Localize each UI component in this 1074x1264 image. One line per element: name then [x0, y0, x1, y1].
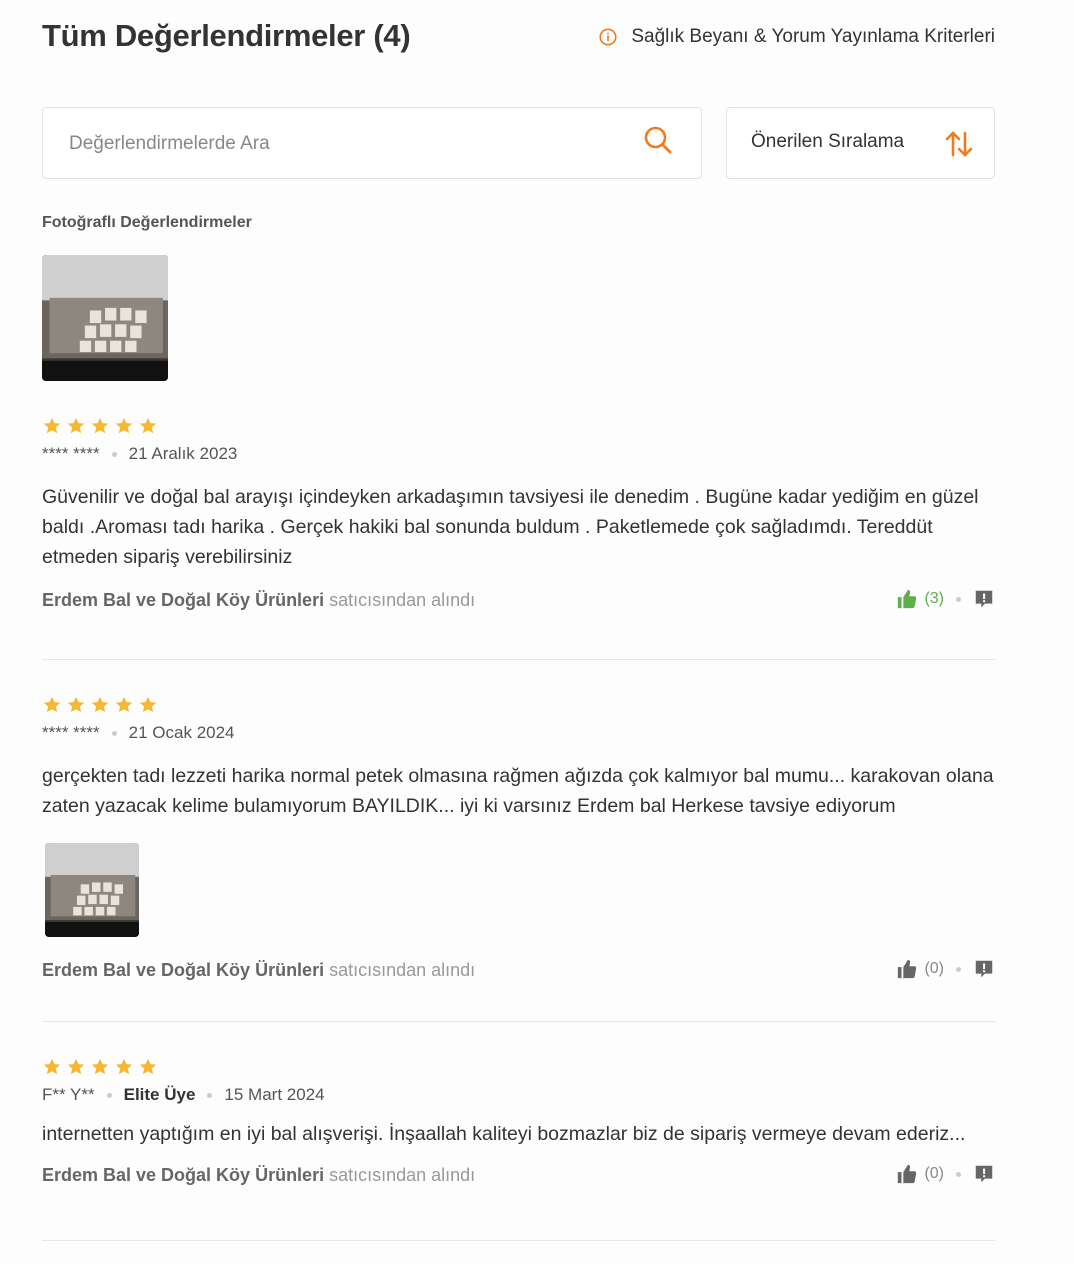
review-actions: (0) — [896, 1163, 995, 1185]
sort-arrows-icon — [945, 131, 973, 157]
star-icon — [42, 416, 62, 436]
review-footer: Erdem Bal ve Doğal Köy Ürünleri satıcısı… — [42, 960, 995, 984]
star-icon — [114, 416, 134, 436]
review-text: gerçekten tadı lezzeti harika normal pet… — [42, 765, 994, 817]
star-icon — [138, 416, 158, 436]
review-photo-thumbnail[interactable] — [45, 843, 139, 937]
review-divider — [42, 1021, 995, 1022]
thumbs-up-icon[interactable] — [896, 588, 918, 610]
star-icon — [114, 695, 134, 715]
seller-suffix: satıcısından alındı — [329, 1165, 476, 1185]
thumbs-up-icon[interactable] — [896, 1163, 918, 1185]
search-icon[interactable] — [643, 125, 673, 155]
rating-stars — [42, 1057, 995, 1077]
search-sort-row: Önerilen Sıralama — [42, 107, 995, 179]
star-icon — [42, 1057, 62, 1077]
review-item: **** **** 21 Ocak 2024 gerçekten tadı le… — [42, 695, 995, 984]
meta-separator — [207, 1092, 213, 1098]
report-icon[interactable] — [973, 958, 995, 980]
page-title: Tüm Değerlendirmeler (4) — [42, 18, 411, 53]
star-icon — [66, 1057, 86, 1077]
review-meta: **** **** 21 Aralık 2023 — [42, 444, 995, 464]
star-icon — [90, 695, 110, 715]
rating-stars — [42, 416, 995, 436]
review-date: 21 Aralık 2023 — [128, 444, 238, 463]
meta-separator — [106, 1092, 112, 1098]
sort-selected-label: Önerilen Sıralama — [751, 131, 905, 152]
report-icon[interactable] — [973, 588, 995, 610]
like-count: (3) — [924, 590, 944, 607]
review-author: **** **** — [42, 444, 100, 463]
like-count: (0) — [924, 960, 944, 977]
review-photo-thumbnail[interactable] — [42, 255, 168, 381]
elite-member-badge: Elite Üye — [123, 1085, 196, 1104]
seller-name[interactable]: Erdem Bal ve Doğal Köy Ürünleri — [42, 590, 324, 610]
review-author: **** **** — [42, 723, 100, 742]
meta-separator — [111, 451, 117, 457]
star-icon — [66, 695, 86, 715]
review-text: internetten yaptığım en iyi bal alışveri… — [42, 1123, 966, 1145]
meta-separator — [111, 730, 117, 736]
review-divider — [42, 659, 995, 660]
review-item: F** Y** Elite Üye 15 Mart 2024 internett… — [42, 1057, 995, 1189]
star-icon — [138, 1057, 158, 1077]
star-icon — [90, 1057, 110, 1077]
seller-info: Erdem Bal ve Doğal Köy Ürünleri satıcısı… — [42, 960, 475, 981]
criteria-link[interactable]: Sağlık Beyanı & Yorum Yayınlama Kriterle… — [631, 26, 995, 48]
info-icon — [599, 28, 617, 46]
star-icon — [138, 695, 158, 715]
photo-reviews-label: Fotoğraflı Değerlendirmeler — [42, 214, 252, 231]
action-separator — [956, 1171, 961, 1177]
seller-name[interactable]: Erdem Bal ve Doğal Köy Ürünleri — [42, 960, 324, 980]
rating-stars — [42, 695, 995, 715]
search-box[interactable] — [42, 107, 702, 179]
action-separator — [956, 966, 961, 972]
like-count: (0) — [924, 1165, 944, 1182]
star-icon — [42, 695, 62, 715]
review-item: **** **** 21 Aralık 2023 Güvenilir ve do… — [42, 416, 995, 614]
reviews-header: Tüm Değerlendirmeler (4) Sağlık Beyanı &… — [42, 0, 995, 80]
action-separator — [956, 596, 961, 602]
search-input[interactable] — [67, 130, 631, 158]
review-meta: **** **** 21 Ocak 2024 — [42, 723, 995, 743]
star-icon — [114, 1057, 134, 1077]
review-footer: Erdem Bal ve Doğal Köy Ürünleri satıcısı… — [42, 590, 995, 614]
review-date: 15 Mart 2024 — [224, 1085, 325, 1104]
star-icon — [66, 416, 86, 436]
criteria-link-row[interactable]: Sağlık Beyanı & Yorum Yayınlama Kriterle… — [599, 26, 995, 48]
seller-suffix: satıcısından alındı — [329, 590, 476, 610]
seller-info: Erdem Bal ve Doğal Köy Ürünleri satıcısı… — [42, 1165, 475, 1186]
review-text: Güvenilir ve doğal bal arayışı içindeyke… — [42, 486, 979, 568]
review-date: 21 Ocak 2024 — [128, 723, 235, 742]
seller-suffix: satıcısından alındı — [329, 960, 476, 980]
review-meta: F** Y** Elite Üye 15 Mart 2024 — [42, 1085, 995, 1105]
seller-info: Erdem Bal ve Doğal Köy Ürünleri satıcısı… — [42, 590, 475, 611]
review-actions: (3) — [896, 588, 995, 610]
star-icon — [90, 416, 110, 436]
review-actions: (0) — [896, 958, 995, 980]
review-footer: Erdem Bal ve Doğal Köy Ürünleri satıcısı… — [42, 1165, 995, 1189]
review-divider — [42, 1240, 995, 1241]
report-icon[interactable] — [973, 1163, 995, 1185]
sort-dropdown[interactable]: Önerilen Sıralama — [726, 107, 995, 179]
review-author: F** Y** — [42, 1085, 95, 1104]
seller-name[interactable]: Erdem Bal ve Doğal Köy Ürünleri — [42, 1165, 324, 1185]
thumbs-up-icon[interactable] — [896, 958, 918, 980]
